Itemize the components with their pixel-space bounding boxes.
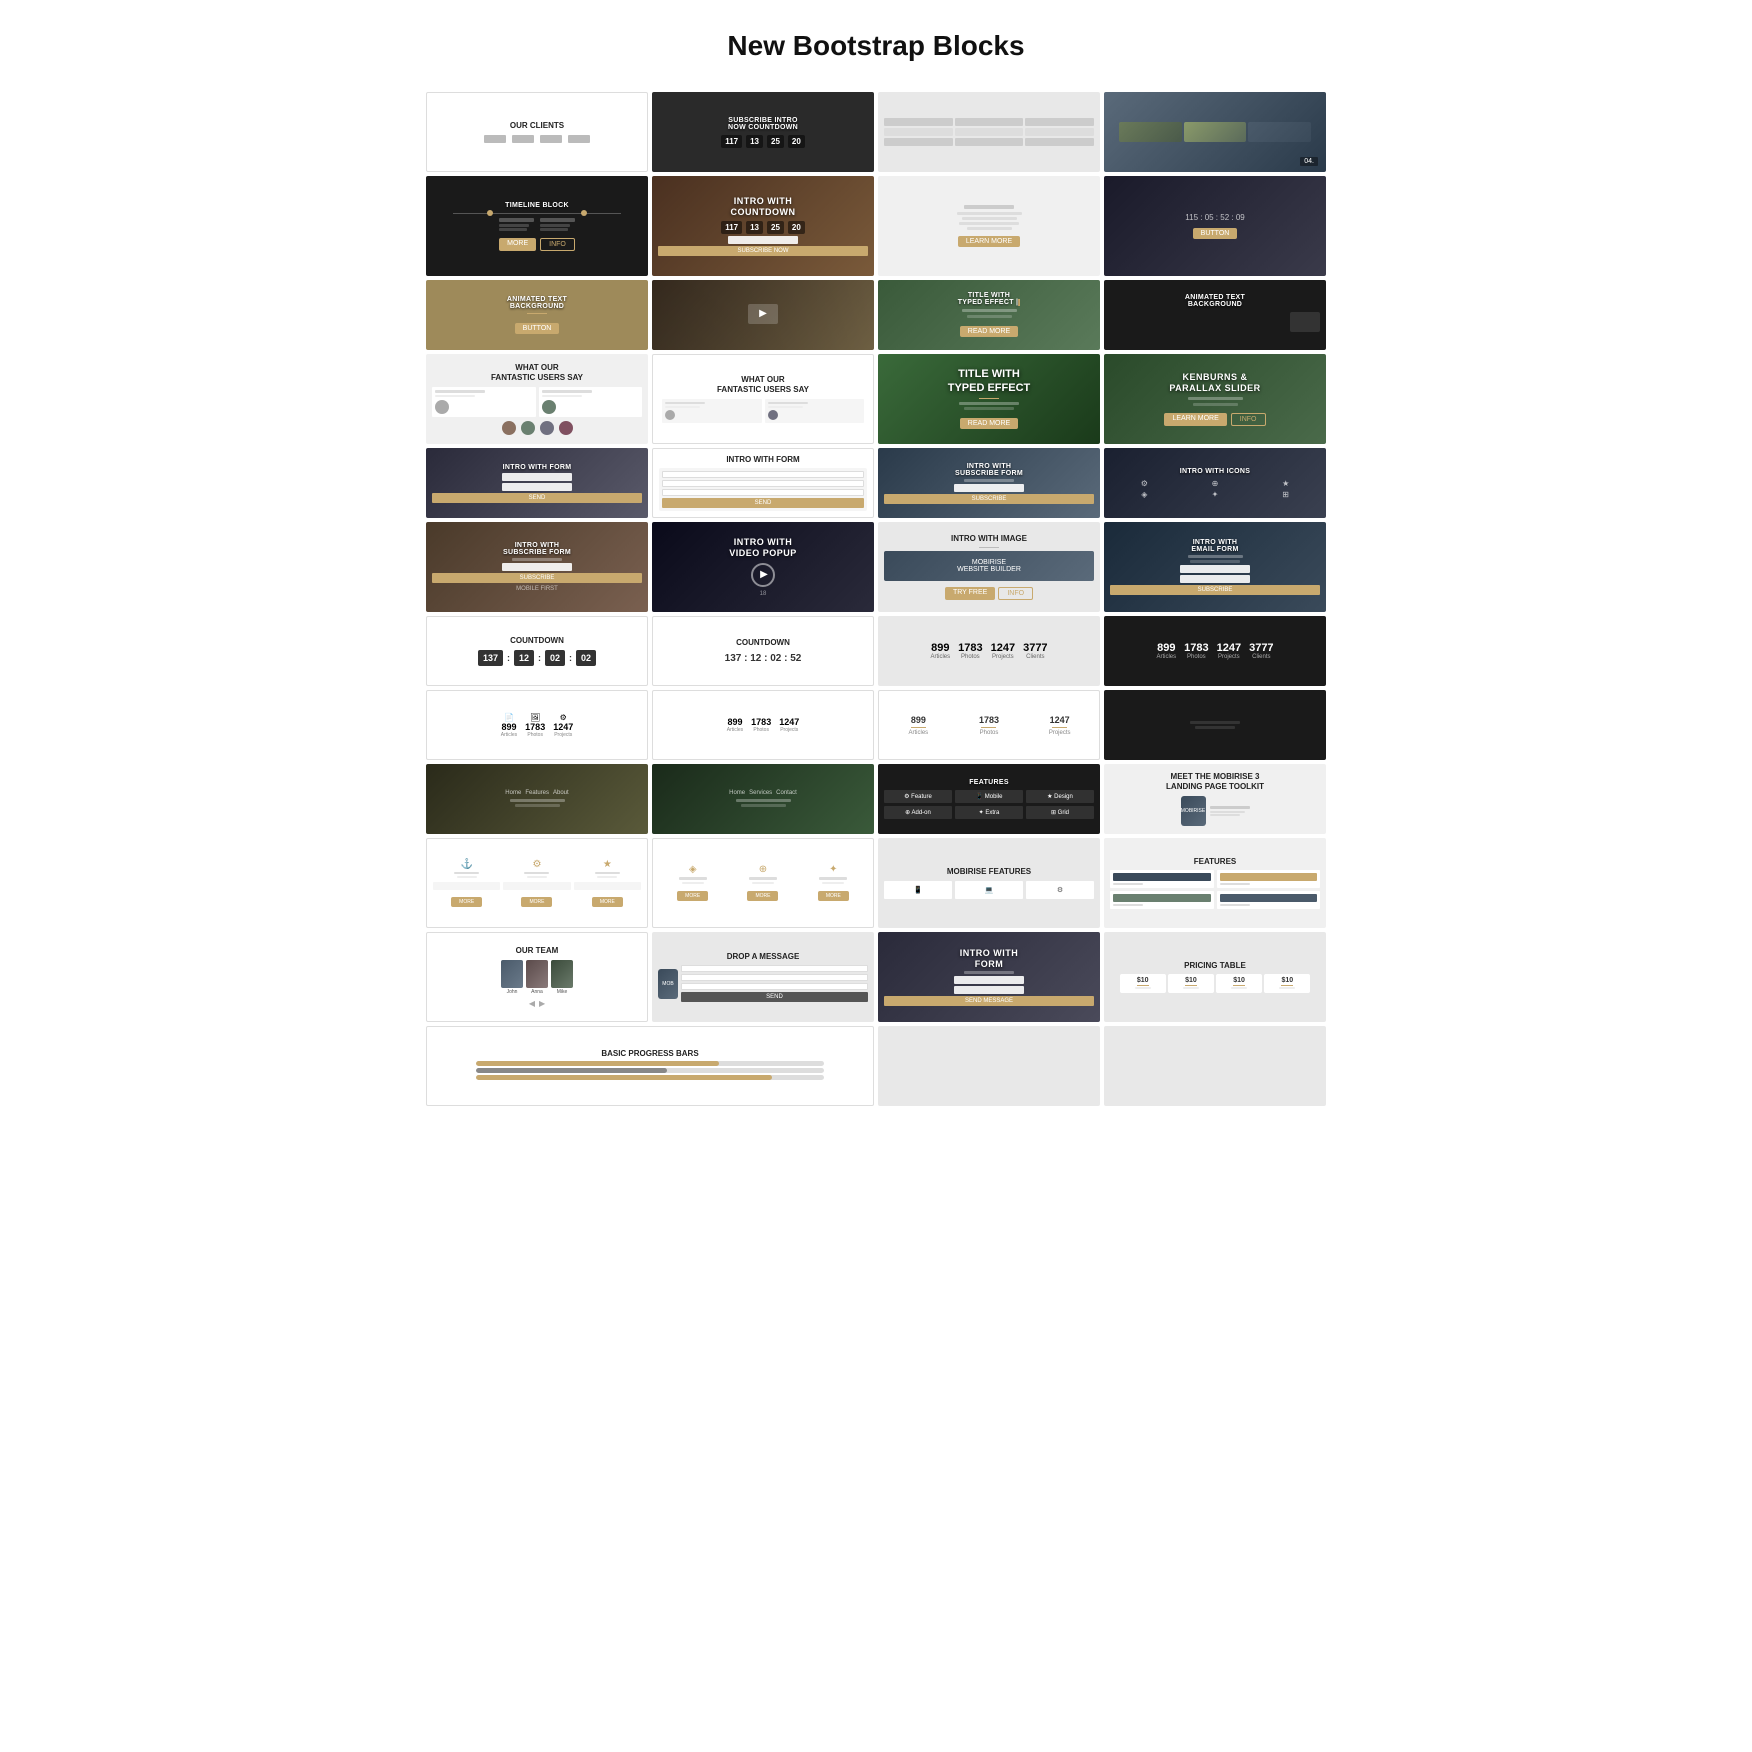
intro-video-popup-block[interactable]: INTRO WITHVIDEO POPUP ▶ 18: [652, 522, 874, 612]
empty-filler-2: [1104, 1026, 1326, 1106]
title-typed-1-block[interactable]: TITLE WITHTYPED EFFECT | READ MORE: [878, 280, 1100, 350]
intro-subscribe-form-block[interactable]: INTRO WITHSUBSCRIBE FORM SUBSCRIBE: [878, 448, 1100, 518]
intro-email-form-block[interactable]: INTRO WITHEMAIL FORM SUBSCRIBE: [1104, 522, 1326, 612]
animated-text-bg-2-block[interactable]: ANIMATED TEXTBACKGROUND: [1104, 280, 1326, 350]
countdown-d1: 117: [721, 135, 742, 148]
title-typed-2-block[interactable]: TITLE WITHTYPED EFFECT READ MORE: [878, 354, 1100, 444]
drop-message-block[interactable]: DROP A MESSAGE MOB SEND: [652, 932, 874, 1022]
countdown-m1: 25: [767, 135, 784, 148]
basic-progress-label: Basic Progress Bars: [433, 1049, 867, 1059]
page-title: New Bootstrap Blocks: [727, 30, 1024, 62]
stats-dark-block: 899 Articles 1783 Photos 1247 Projects 3…: [1104, 616, 1326, 686]
empty-dark-block: [1104, 690, 1326, 760]
kenburns-label: KENBURNS &PARALLAX SLIDER: [1110, 372, 1320, 394]
intro-form-dark-block[interactable]: INTRO WITHFORM SEND MESSAGE: [878, 932, 1100, 1022]
stats-icons-2-block: 899 Articles 1783 Photos 1247 Projects: [652, 690, 874, 760]
intro-form-2-label: INTRO WITH FORM: [659, 455, 867, 465]
intro-with-image-label: INTRO WITH IMAGE: [884, 534, 1094, 544]
countdown-1-block: COUNTDOWN 137 : 12 : 02 : 02: [426, 616, 648, 686]
meet-toolkit-label: MEET THE MOBIRISE 3LANDING PAGE TOOLKIT: [1110, 772, 1320, 791]
features-2-label: FEATURES: [1110, 857, 1320, 867]
our-team-label: OUR TEAM: [433, 946, 641, 956]
intro-icons-label: INTRO WITH ICONS: [1110, 468, 1320, 475]
intro-sub-form-2-block[interactable]: INTRO WITHSUBSCRIBE FORM SUBSCRIBE MOBIL…: [426, 522, 648, 612]
subscribe-now-btn[interactable]: SUBSCRIBE NOW: [658, 246, 868, 256]
meet-toolkit-block[interactable]: MEET THE MOBIRISE 3LANDING PAGE TOOLKIT …: [1104, 764, 1326, 834]
pricing-table-block: PRICING TABLE $10 $10 $10: [1104, 932, 1326, 1022]
animated-text-bg-2-label: ANIMATED TEXTBACKGROUND: [1110, 294, 1320, 308]
users-say-1-label: WHAT OURFANTASTIC USERS SAY: [432, 363, 642, 382]
users-say-2-label: WHAT OURFANTASTIC USERS SAY: [659, 375, 867, 394]
empty-filler-1: [878, 1026, 1100, 1106]
timeline-btn-1[interactable]: MORE: [499, 238, 536, 251]
subscribe-countdown-label: SUBSCRIBE INTRONOW COUNTDOWN: [658, 117, 868, 131]
services-1-block: ⚓ ⚙ ★ MORE: [426, 838, 648, 928]
timeline-block[interactable]: TIMELINE BLOCK MORE INFO: [426, 176, 648, 276]
stats-light-block: 899 Articles 1783 Photos 1247 Projects 3…: [878, 616, 1100, 686]
basic-progress-block: Basic Progress Bars: [426, 1026, 874, 1106]
users-say-1-block: WHAT OURFANTASTIC USERS SAY: [426, 354, 648, 444]
mobirise-features-label: MOBIRISE FEATURES: [884, 867, 1094, 877]
animated-text-bg-1-label: ANIMATED TEXTBACKGROUND: [432, 296, 642, 310]
countdown-photo-block[interactable]: 115 : 05 : 52 : 09 BUTTON: [1104, 176, 1326, 276]
features-1-label: FEATURES: [884, 779, 1094, 786]
timeline-label: TIMELINE BLOCK: [432, 202, 642, 209]
intro-sub-form-2-label: INTRO WITHSUBSCRIBE FORM: [432, 542, 642, 556]
our-clients-block[interactable]: OUR CLIENTS: [426, 92, 648, 172]
countdown-2-label: COUNTDOWN: [659, 638, 867, 648]
countdown-s1: 20: [788, 135, 805, 148]
title-typed-2-label: TITLE WITHTYPED EFFECT: [884, 368, 1094, 394]
intro-subscribe-form-label: INTRO WITHSUBSCRIBE FORM: [884, 463, 1094, 477]
services-2-block: ◈ MORE ⊕ MORE ✦ MORE: [652, 838, 874, 928]
animated-text-bg-1-block[interactable]: ANIMATED TEXTBACKGROUND BUTTON: [426, 280, 648, 350]
photo-mountain-block: 04.: [1104, 92, 1326, 172]
countdown-2-block: COUNTDOWN 137 : 12 : 02 : 52: [652, 616, 874, 686]
intro-form-1-block[interactable]: INTRO WITH FORM SEND: [426, 448, 648, 518]
stats-3col-block: 899 Articles 1783 Photos 1247 Projects: [878, 690, 1100, 760]
intro-email-form-label: INTRO WITHEMAIL FORM: [1110, 539, 1320, 553]
subscribe-countdown-block[interactable]: SUBSCRIBE INTRONOW COUNTDOWN 117 13 25 2…: [652, 92, 874, 172]
intro-form-1-label: INTRO WITH FORM: [432, 464, 642, 471]
counter-label: 04.: [1300, 157, 1318, 166]
photo-menu-1-block: Home Features About: [426, 764, 648, 834]
our-team-block: OUR TEAM John Anna Mike ◀ ▶: [426, 932, 648, 1022]
countdown-1-label: COUNTDOWN: [433, 636, 641, 646]
our-clients-label: OUR CLIENTS: [433, 121, 641, 131]
kenburns-block[interactable]: KENBURNS &PARALLAX SLIDER LEARN MORE INF…: [1104, 354, 1326, 444]
intro-video-popup-label: INTRO WITHVIDEO POPUP: [658, 537, 868, 559]
pricing-table-label: PRICING TABLE: [1110, 961, 1320, 971]
desk-photo-block: ▶: [652, 280, 874, 350]
blocks-grid: OUR CLIENTS SUBSCRIBE INTRONOW COUNTDOWN…: [426, 92, 1326, 1106]
mobirise-features-block: MOBIRISE FEATURES 📱 💻 ⚙: [878, 838, 1100, 928]
intro-icons-block[interactable]: INTRO WITH ICONS ⚙ ⊕ ★ ◈ ✦ ⊞: [1104, 448, 1326, 518]
intro-form-dark-label: INTRO WITHFORM: [884, 948, 1094, 970]
title-typed-1-label: TITLE WITHTYPED EFFECT |: [884, 292, 1094, 306]
users-say-2-block: WHAT OURFANTASTIC USERS SAY: [652, 354, 874, 444]
photo-menu-2-block: Home Services Contact: [652, 764, 874, 834]
features-1-block: FEATURES ⚙ Feature 📱 Mobile ★ Design ⊕ A…: [878, 764, 1100, 834]
intro-with-image-block[interactable]: INTRO WITH IMAGE MOBIRISEWEBSITE BUILDER…: [878, 522, 1100, 612]
grid-table-block: [878, 92, 1100, 172]
intro-form-2-block[interactable]: INTRO WITH FORM SEND: [652, 448, 874, 518]
countdown-h1: 13: [746, 135, 763, 148]
intro-countdown-label: INTRO WITHCOUNTDOWN: [658, 196, 868, 218]
stats-icons-1-block: 📄 899 Articles 🖼 1783 Photos ⚙ 1247 Proj…: [426, 690, 648, 760]
drop-message-label: DROP A MESSAGE: [658, 952, 868, 962]
features-text-block: LEARN MORE: [878, 176, 1100, 276]
timeline-btn-2[interactable]: INFO: [540, 238, 575, 251]
features-2-block: FEATURES: [1104, 838, 1326, 928]
intro-countdown-block[interactable]: INTRO WITHCOUNTDOWN 117 13 25 20 SUBSCRI…: [652, 176, 874, 276]
